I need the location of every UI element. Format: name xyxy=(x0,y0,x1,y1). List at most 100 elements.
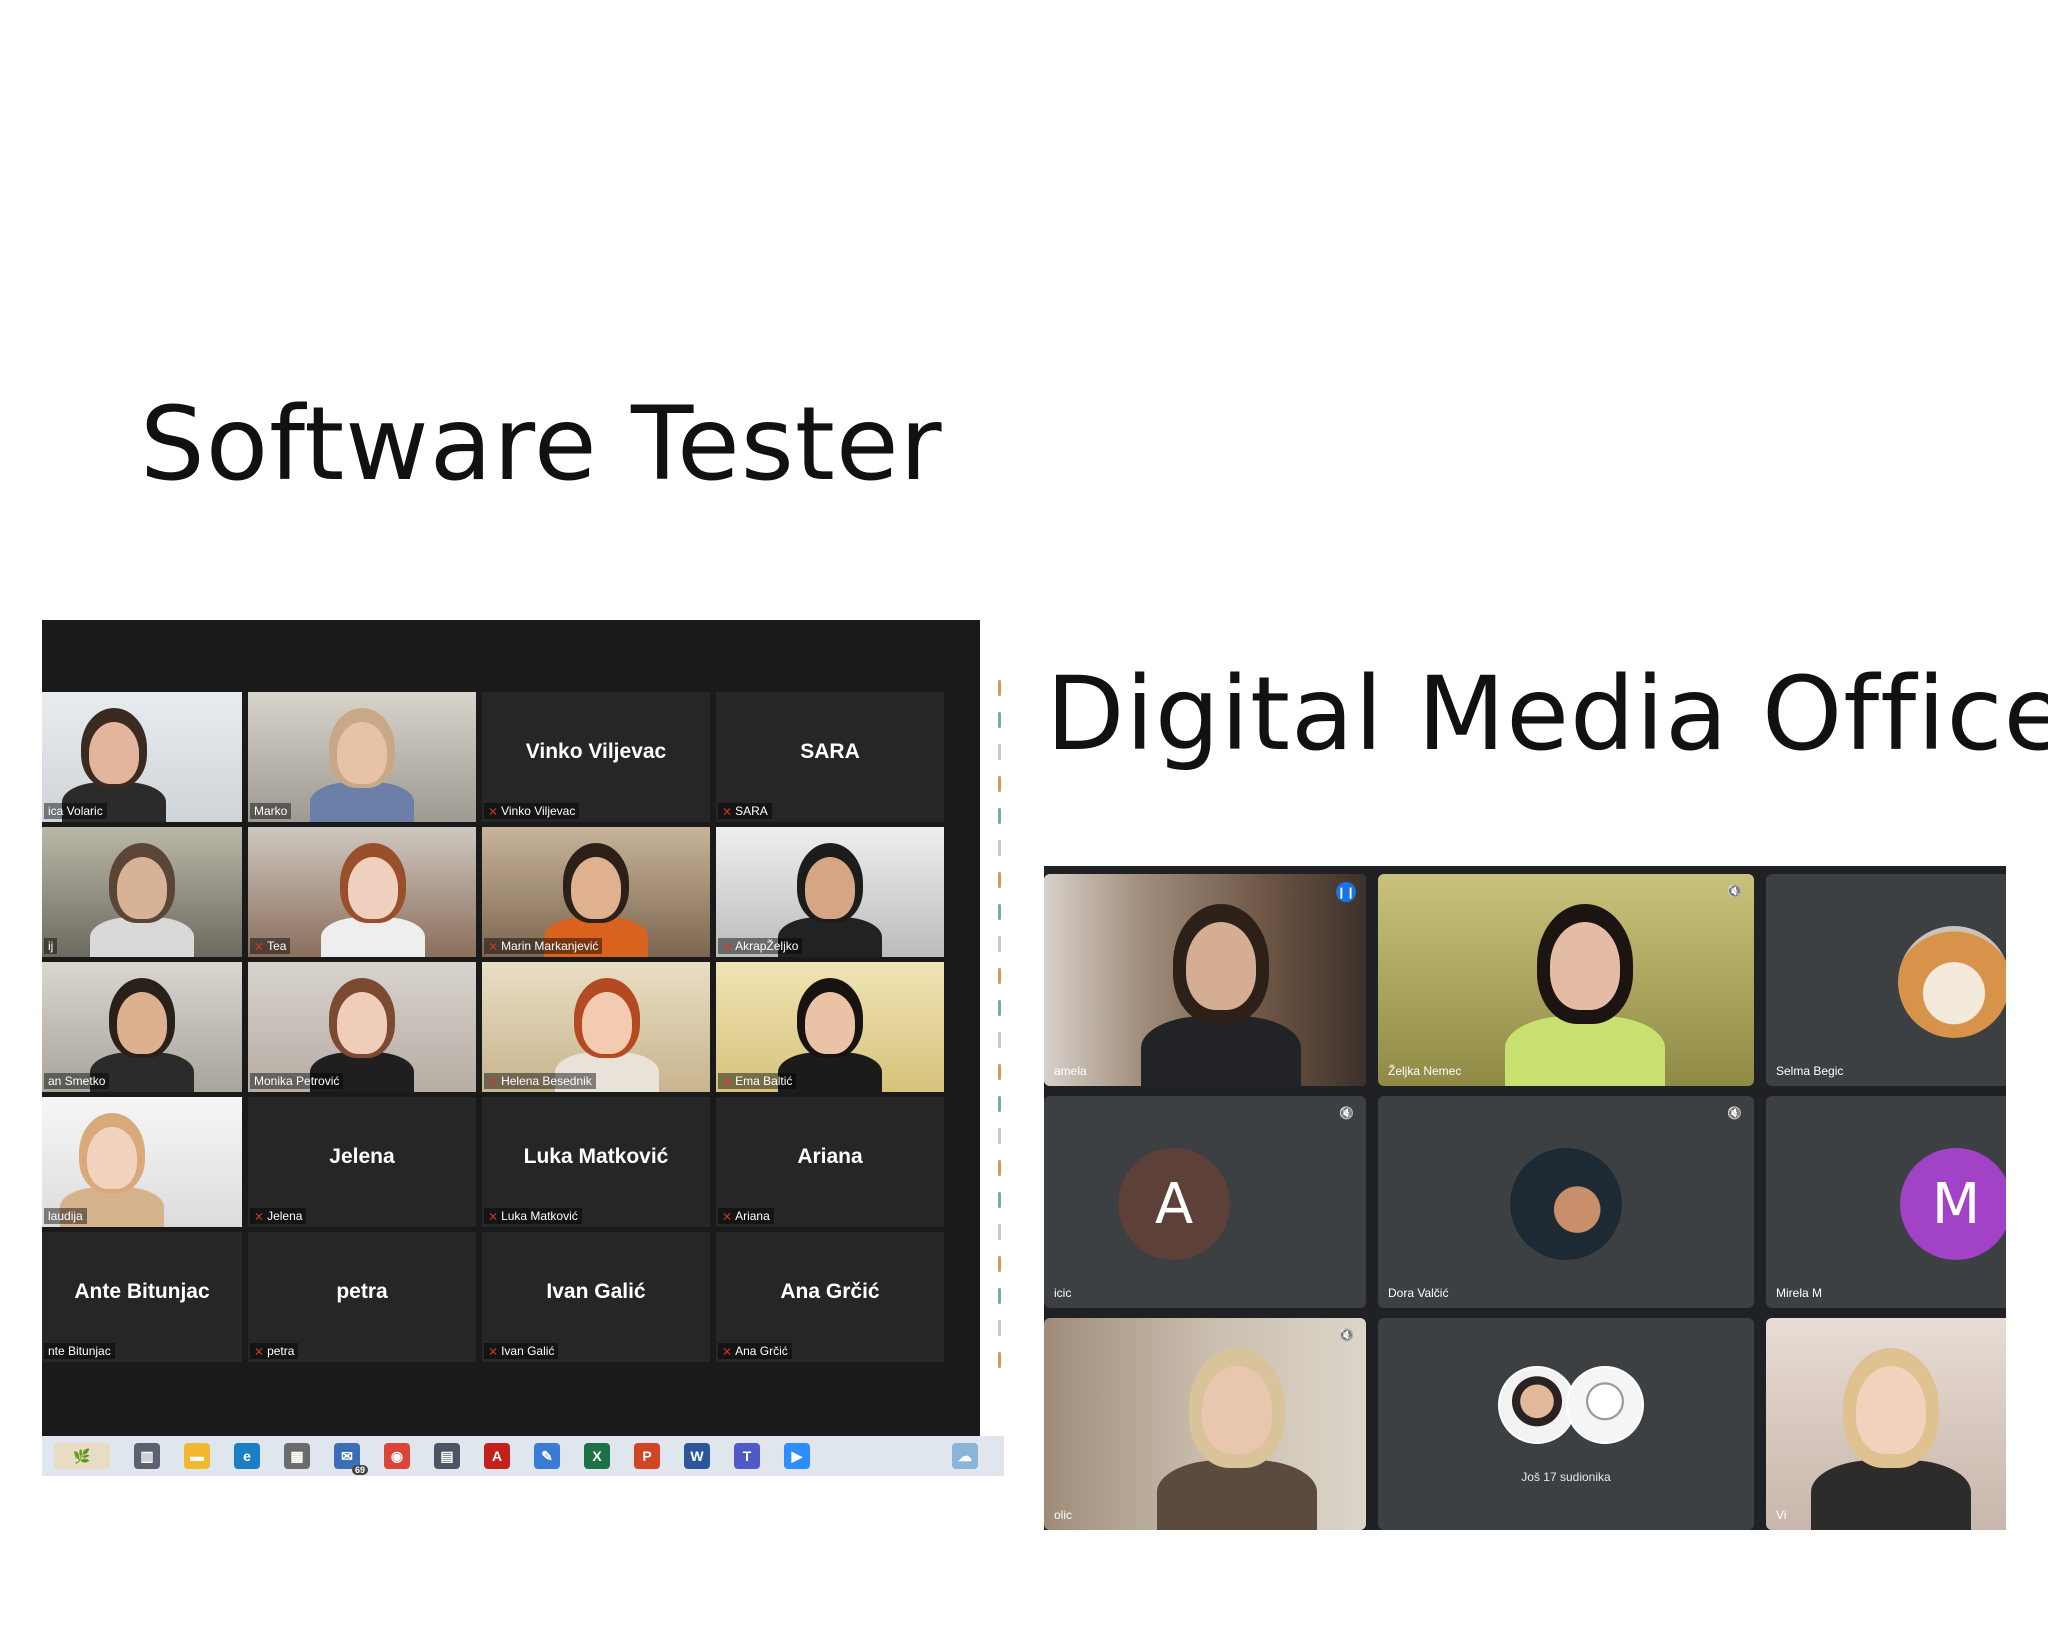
meet-participant-tile[interactable]: ❙❙ amela xyxy=(1044,874,1366,1086)
mic-muted-icon: ⨯ xyxy=(254,1209,265,1223)
participant-tile[interactable]: Ivan Galić ⨯ Ivan Galić xyxy=(482,1232,710,1362)
avatar-initial: M xyxy=(1900,1148,2006,1260)
participant-tile[interactable]: ica Volaric xyxy=(42,692,242,822)
participant-tile[interactable]: Ariana ⨯ Ariana xyxy=(716,1097,944,1227)
participant-tile[interactable]: Marko xyxy=(248,692,476,822)
excel-icon[interactable]: X xyxy=(584,1443,610,1469)
participant-tile[interactable]: SARA ⨯ SARA xyxy=(716,692,944,822)
mic-muted-icon: ⨯ xyxy=(488,804,499,818)
strip-marker xyxy=(998,1192,1001,1208)
participant-name-label: icic xyxy=(1054,1286,1072,1300)
acrobat-icon[interactable]: A xyxy=(484,1443,510,1469)
strip-marker xyxy=(998,1032,1001,1048)
strip-marker xyxy=(998,1320,1001,1336)
participant-tile[interactable]: ⨯ Ema Baltić xyxy=(716,962,944,1092)
mic-muted-icon: 🔇 xyxy=(1339,1328,1354,1342)
participant-tile[interactable]: ⨯ AkrapŽeljko xyxy=(716,827,944,957)
mail-icon[interactable]: ✉ 69 xyxy=(334,1443,368,1475)
chrome-icon[interactable]: ◉ xyxy=(384,1443,410,1469)
mic-muted-icon: ⨯ xyxy=(488,1209,499,1223)
task-view-icon[interactable]: ▥ xyxy=(134,1443,160,1469)
participant-face xyxy=(117,857,167,919)
meet-participant-tile[interactable]: M Mirela M xyxy=(1766,1096,2006,1308)
participant-name-large: Ana Grčić xyxy=(780,1279,880,1303)
calculator-icon[interactable]: ▤ xyxy=(434,1443,460,1469)
meet-participant-tile[interactable]: 🔇 Dora Valčić xyxy=(1378,1096,1754,1308)
strip-marker xyxy=(998,968,1001,984)
participant-tile[interactable]: Vinko Viljevac ⨯ Vinko Viljevac xyxy=(482,692,710,822)
participant-video xyxy=(1378,874,1754,1086)
strip-marker xyxy=(998,1064,1001,1080)
strip-marker xyxy=(998,680,1001,696)
participant-tile[interactable]: Ante Bitunjac nte Bitunjac xyxy=(42,1232,242,1362)
strip-marker xyxy=(998,904,1001,920)
participant-name-large: Vinko Viljevac xyxy=(525,739,667,763)
participant-name-label: an Smetko xyxy=(44,1073,110,1089)
strip-marker xyxy=(998,1096,1001,1112)
participant-face xyxy=(1549,922,1620,1010)
participant-name: AkrapŽeljko xyxy=(735,939,799,953)
participant-tile[interactable]: Jelena ⨯ Jelena xyxy=(248,1097,476,1227)
participant-tile[interactable]: ij xyxy=(42,827,242,957)
participant-tile[interactable]: Luka Matković ⨯ Luka Matković xyxy=(482,1097,710,1227)
participant-name: ica Volaric xyxy=(48,804,103,818)
meet-participant-tile[interactable]: A 🔇 icic xyxy=(1044,1096,1366,1308)
meet-participant-tile[interactable]: Još 17 sudionika xyxy=(1378,1318,1754,1530)
mic-muted-icon: ⨯ xyxy=(722,804,733,818)
participant-name: Ema Baltić xyxy=(735,1074,793,1088)
participant-name: Ana Grčić xyxy=(735,1344,788,1358)
participant-name-label: ⨯ Ivan Galić xyxy=(484,1343,559,1359)
word-icon[interactable]: W xyxy=(684,1443,710,1469)
participant-tile[interactable]: ⨯ Tea xyxy=(248,827,476,957)
mic-muted-icon: ⨯ xyxy=(488,1344,499,1358)
meet-participant-tile[interactable]: Selma Begic xyxy=(1766,874,2006,1086)
participant-name: laudija xyxy=(48,1209,83,1223)
participant-body xyxy=(1157,1460,1318,1530)
store-icon[interactable]: ▦ xyxy=(284,1443,310,1469)
strip-marker xyxy=(998,1128,1001,1144)
scroll-strip xyxy=(996,640,1004,1368)
participant-name-label: Vi xyxy=(1776,1508,1787,1522)
participant-name-label: laudija xyxy=(44,1208,87,1224)
participant-name-large: Ivan Galić xyxy=(546,1279,646,1303)
participant-face xyxy=(1856,1366,1926,1454)
meet-participant-tile[interactable]: 🔇 Željka Nemec xyxy=(1378,874,1754,1086)
powerpoint-icon[interactable]: P xyxy=(634,1443,660,1469)
participant-tile[interactable]: laudija xyxy=(42,1097,242,1227)
participant-name: Helena Besednik xyxy=(501,1074,592,1088)
weather-icon[interactable]: ☁ xyxy=(952,1443,978,1469)
edge-icon[interactable]: e xyxy=(234,1443,260,1469)
participant-name: Vinko Viljevac xyxy=(501,804,576,818)
participant-tile[interactable]: petra ⨯ petra xyxy=(248,1232,476,1362)
teams-icon[interactable]: T xyxy=(734,1443,760,1469)
participant-video xyxy=(1044,1318,1366,1530)
file-explorer-icon[interactable]: ▬ xyxy=(184,1443,210,1469)
participant-name: nte Bitunjac xyxy=(48,1344,111,1358)
participant-tile[interactable]: Ana Grčić ⨯ Ana Grčić xyxy=(716,1232,944,1362)
participant-name-label: ⨯ AkrapŽeljko xyxy=(718,938,803,954)
participant-tile[interactable]: ⨯ Helena Besednik xyxy=(482,962,710,1092)
zoom-icon[interactable]: ▶ xyxy=(784,1443,810,1469)
meet-participant-tile[interactable]: Vi xyxy=(1766,1318,2006,1530)
participant-body xyxy=(1811,1460,1971,1530)
strip-marker xyxy=(998,744,1001,760)
participant-name-large: Luka Matković xyxy=(523,1144,669,1168)
notepad-icon[interactable]: ✎ xyxy=(534,1443,560,1469)
participant-name: Ariana xyxy=(735,1209,770,1223)
mic-muted-icon: ⨯ xyxy=(722,1209,733,1223)
speaking-indicator-icon: ❙❙ xyxy=(1336,882,1356,902)
strip-marker xyxy=(998,1160,1001,1176)
mic-muted-icon: ⨯ xyxy=(722,1344,733,1358)
mic-muted-icon: 🔇 xyxy=(1727,1106,1742,1120)
participant-name: Luka Matković xyxy=(501,1209,578,1223)
strip-marker xyxy=(998,1000,1001,1016)
strip-marker xyxy=(998,1288,1001,1304)
search-icon[interactable]: 🌿 xyxy=(54,1443,110,1469)
meet-participant-tile[interactable]: 🔇 olic xyxy=(1044,1318,1366,1530)
participant-tile[interactable]: an Smetko xyxy=(42,962,242,1092)
participant-tile[interactable]: ⨯ Marin Markanjević xyxy=(482,827,710,957)
participant-tile[interactable]: Monika Petrović xyxy=(248,962,476,1092)
participant-name-label: ⨯ petra xyxy=(250,1343,299,1359)
software-tester-heading: Software Tester xyxy=(140,385,943,504)
mic-muted-icon: ⨯ xyxy=(722,1074,733,1088)
